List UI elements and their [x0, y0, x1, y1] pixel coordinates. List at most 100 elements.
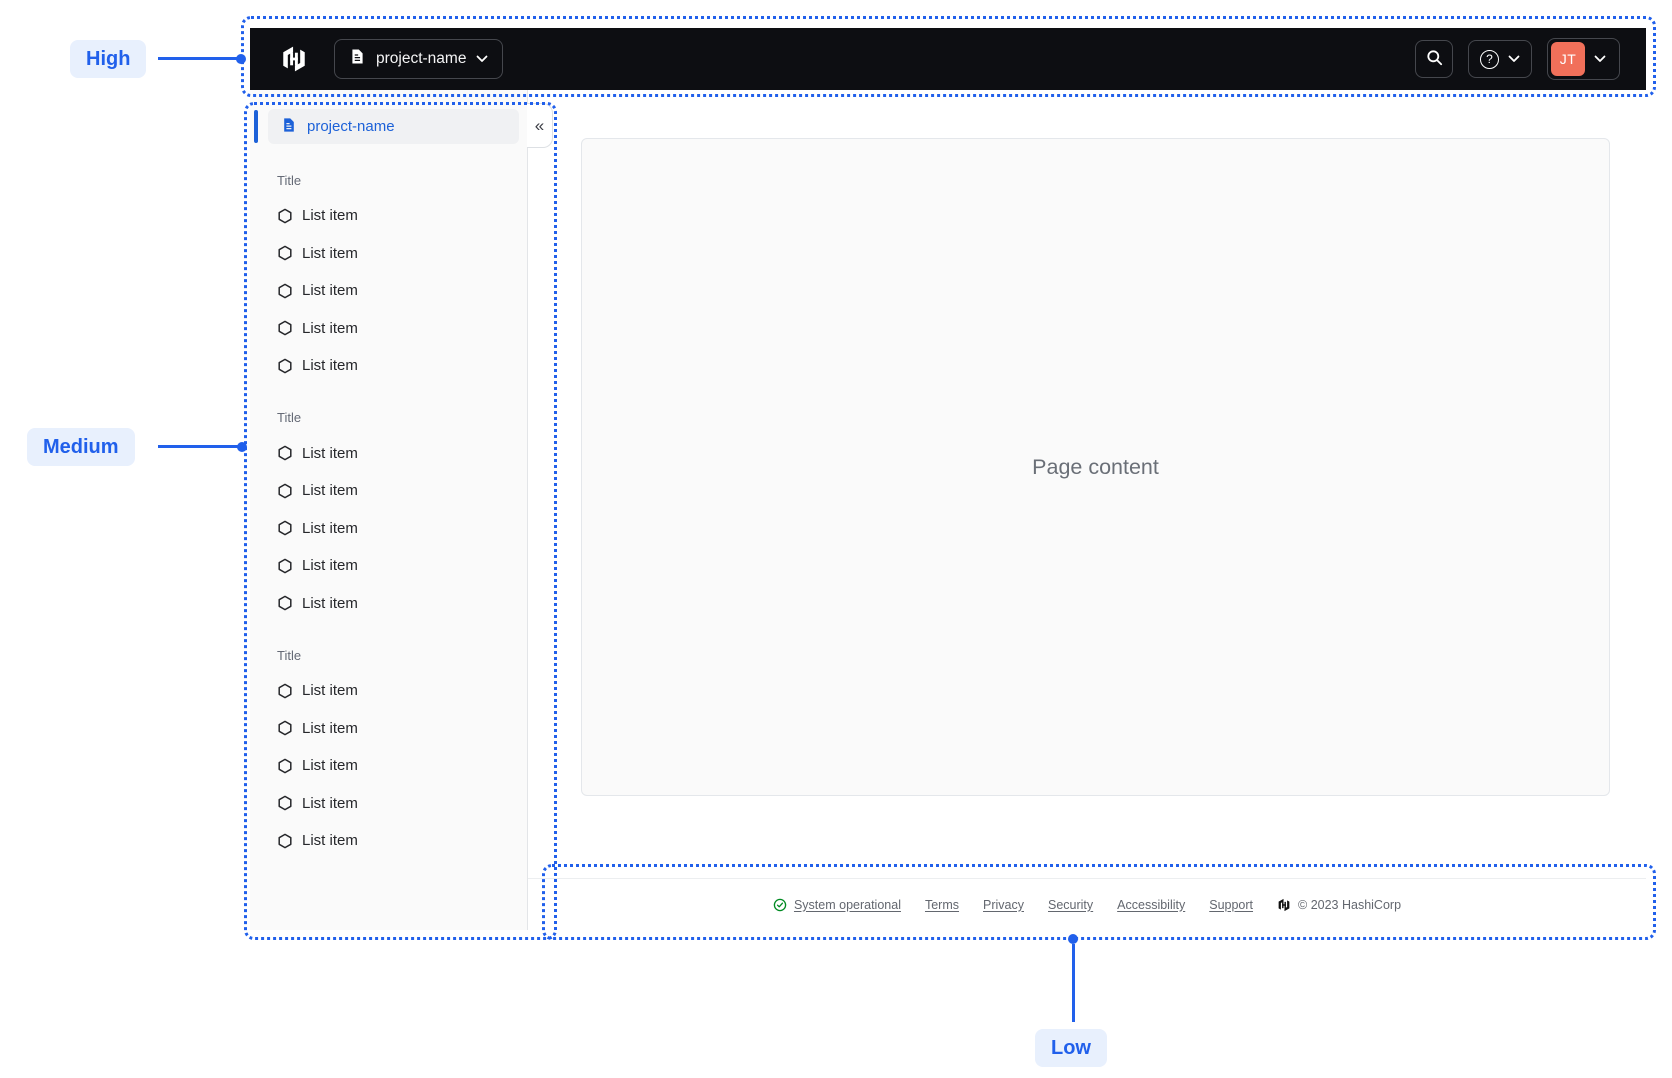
- sidebar-list-item[interactable]: List item: [250, 510, 527, 548]
- system-status-label: System operational: [793, 897, 901, 912]
- hexagon-icon: [278, 358, 292, 374]
- sidebar-section-items: List item List item List item List item …: [250, 672, 527, 860]
- sidebar-list-item[interactable]: List item: [250, 197, 527, 235]
- sidebar-section-items: List item List item List item List item …: [250, 197, 527, 385]
- project-selector-button[interactable]: project-name: [334, 39, 504, 79]
- collapse-icon: «: [534, 115, 545, 135]
- main-content-panel: Page content: [581, 138, 1610, 796]
- hexagon-icon: [278, 683, 292, 699]
- footer: System operational Terms Privacy Security A…: [528, 878, 1646, 930]
- sidebar-section-title: Title: [277, 647, 302, 663]
- hexagon-icon: [278, 283, 292, 299]
- sidebar-nav: Title List item List item List item List…: [250, 144, 527, 860]
- footer-links: Terms Privacy Security Accessibility Support: [925, 898, 1253, 912]
- sidebar-section-title: Title: [277, 410, 302, 425]
- user-menu-button[interactable]: JT: [1547, 38, 1620, 80]
- high-connector-dot: [236, 54, 246, 64]
- sidebar-section-items: List item List item List item List item …: [250, 435, 527, 623]
- footer-brand: © 2023 HashiCorp: [1277, 898, 1401, 912]
- sidebar-list-item[interactable]: List item: [250, 310, 527, 348]
- footer-link[interactable]: Accessibility: [1117, 898, 1185, 912]
- sidebar-list-item[interactable]: List item: [250, 585, 527, 623]
- sidebar-list-item[interactable]: List item: [250, 710, 527, 748]
- search-button[interactable]: [1415, 40, 1453, 78]
- search-icon: [1426, 49, 1443, 69]
- medium-connector-dot: [237, 442, 247, 452]
- chevron-down-icon: [476, 55, 488, 63]
- help-menu-button[interactable]: ?: [1468, 40, 1532, 78]
- check-circle-icon: [773, 898, 787, 911]
- chevron-down-icon: [1508, 55, 1520, 63]
- footer-link[interactable]: Security: [1048, 898, 1093, 912]
- sidebar-list-item-label: List item: [302, 719, 358, 737]
- high-connector-line: [158, 57, 241, 60]
- hexagon-icon: [278, 245, 292, 261]
- page-content-placeholder: Page content: [1032, 454, 1159, 479]
- hashicorp-logo-icon[interactable]: [280, 45, 308, 73]
- top-navbar: project-name ? JT: [250, 28, 1646, 90]
- sidebar-list-item[interactable]: List item: [250, 235, 527, 273]
- sidebar-list-item-label: List item: [302, 244, 358, 262]
- sidebar-list-item-label: List item: [302, 207, 358, 225]
- hexagon-icon: [278, 208, 292, 224]
- hashicorp-logo-icon: [1278, 898, 1290, 911]
- hexagon-icon: [278, 445, 292, 461]
- sidebar-list-item-label: List item: [302, 357, 358, 375]
- hexagon-icon: [278, 758, 292, 774]
- document-icon: [281, 117, 297, 137]
- project-selector-label: project-name: [376, 50, 467, 67]
- sidebar-list-item[interactable]: List item: [250, 672, 527, 710]
- navbar-actions: ? JT: [1415, 38, 1620, 80]
- copyright-text: © 2023 HashiCorp: [1298, 897, 1402, 912]
- hexagon-icon: [278, 795, 292, 811]
- sidebar-list-item[interactable]: List item: [250, 547, 527, 585]
- sidebar-collapse-button[interactable]: «: [527, 103, 553, 148]
- sidebar-list-item[interactable]: List item: [250, 272, 527, 310]
- sidebar-section: Title List item List item List item List…: [250, 170, 527, 385]
- document-icon: [349, 48, 366, 70]
- sidebar-list-item-label: List item: [302, 282, 358, 300]
- avatar: JT: [1551, 42, 1585, 76]
- footer-link[interactable]: Terms: [925, 898, 959, 912]
- sidebar-list-item[interactable]: List item: [250, 347, 527, 385]
- help-icon: ?: [1480, 49, 1499, 69]
- sidebar-list-item-label: List item: [302, 519, 358, 537]
- sidebar-list-item-label: List item: [302, 482, 358, 500]
- hexagon-icon: [278, 595, 292, 611]
- sidebar-list-item[interactable]: List item: [250, 785, 527, 823]
- hexagon-icon: [278, 483, 292, 499]
- hexagon-icon: [278, 558, 292, 574]
- medium-connector-line: [158, 445, 242, 448]
- page: High Medium Low project-name ? JT projec…: [0, 0, 1672, 1078]
- sidebar-list-item-label: List item: [302, 557, 358, 575]
- footer-link[interactable]: Privacy: [983, 898, 1024, 912]
- sidebar-header: project-name: [254, 109, 519, 144]
- system-status-link[interactable]: System operational: [773, 898, 901, 912]
- low-connector-line: [1071, 944, 1075, 1022]
- active-indicator: [254, 110, 258, 143]
- sidebar-list-item-label: List item: [302, 594, 358, 612]
- sidebar-project-label: project-name: [307, 118, 395, 135]
- sidebar-list-item-label: List item: [302, 319, 358, 337]
- low-label: Low: [1035, 1029, 1107, 1067]
- sidebar-list-item-label: List item: [302, 832, 358, 850]
- low-connector-dot: [1068, 934, 1078, 944]
- sidebar-list-item-label: List item: [302, 682, 358, 700]
- hexagon-icon: [278, 520, 292, 536]
- sidebar: project-name Title List item List item L…: [250, 90, 528, 930]
- sidebar-list-item[interactable]: List item: [250, 435, 527, 473]
- hexagon-icon: [278, 720, 292, 736]
- sidebar-list-item-label: List item: [302, 444, 358, 462]
- sidebar-list-item-label: List item: [302, 757, 358, 775]
- footer-link[interactable]: Support: [1209, 898, 1253, 912]
- sidebar-list-item[interactable]: List item: [250, 472, 527, 510]
- chevron-down-icon: [1585, 55, 1616, 63]
- sidebar-project-link[interactable]: project-name: [268, 109, 519, 144]
- sidebar-section: Title List item List item List item List…: [250, 645, 527, 860]
- high-label: High: [70, 40, 147, 78]
- sidebar-list-item-label: List item: [302, 794, 358, 812]
- sidebar-list-item[interactable]: List item: [250, 822, 527, 860]
- sidebar-section-title: Title: [277, 172, 302, 188]
- sidebar-list-item[interactable]: List item: [250, 747, 527, 785]
- hexagon-icon: [278, 320, 292, 336]
